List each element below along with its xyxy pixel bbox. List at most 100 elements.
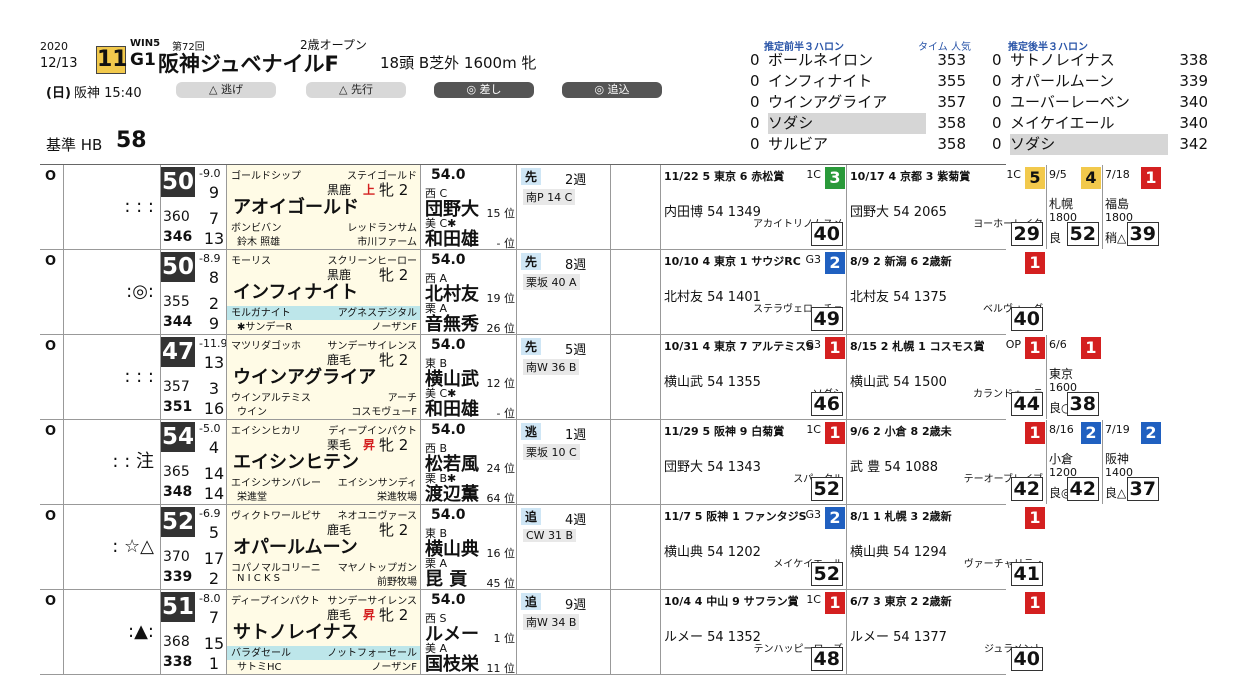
rank-badge: 9 bbox=[208, 183, 220, 202]
side-horse-name[interactable]: ウインアグライア bbox=[768, 92, 926, 113]
trainer-name[interactable]: 渡辺薫 bbox=[425, 480, 479, 506]
past-race-finish: 1 bbox=[1025, 422, 1045, 444]
past-race-date: 10/10 4 東京 1 サウジRC bbox=[664, 255, 801, 268]
trainer-name[interactable]: 和田雄 bbox=[425, 395, 479, 421]
past-race-date: 10/4 4 中山 9 サフラン賞 bbox=[664, 595, 799, 608]
row-mark: O bbox=[40, 335, 64, 419]
side-time: 358 bbox=[937, 114, 966, 132]
prediction-marks: : : 注 bbox=[112, 451, 154, 472]
base-value: 58 bbox=[116, 128, 147, 153]
interval: 8週 bbox=[565, 258, 587, 273]
running-style: 追 bbox=[521, 508, 542, 525]
front-3f-time: 365 bbox=[163, 464, 190, 480]
horse-name[interactable]: オパールムーン bbox=[233, 533, 358, 559]
past-race[interactable]: 11/22 5 東京 6 赤松賞 1C 3 内田博 54 1349 アカイトリノムスメ 4… bbox=[660, 165, 847, 249]
carried-weight: 54.0 bbox=[431, 507, 466, 523]
past-race[interactable]: 9/6 2 小倉 8 2歳未 1 武 豊 54 1088 テーオーブレイブ 42 bbox=[846, 420, 1047, 504]
jockey-cell: 54.0 東 B 横山武 12 位美 C✱ 和田雄 - 位 bbox=[420, 335, 517, 421]
side-time: 340 bbox=[1179, 93, 1208, 111]
past-race-date: 10/17 4 京都 3 紫菊賞 bbox=[850, 170, 971, 183]
past-race[interactable]: 10/4 4 中山 9 サフラン賞 1C 1 ルメー 54 1352 テンハッピーローズ… bbox=[660, 590, 847, 674]
dam-name: ウインアルテミス bbox=[231, 393, 311, 404]
side-horse-name[interactable]: ユーバーレーベン bbox=[1010, 92, 1168, 113]
past-race[interactable]: 6/7 3 東京 2 2歳新1ルメー 54 1377ジュラメント40 bbox=[846, 590, 1047, 674]
horse-name[interactable]: サトノレイナス bbox=[233, 618, 359, 644]
side-horse-name[interactable]: サルビア bbox=[768, 134, 926, 155]
horse-name[interactable]: アオイゴールド bbox=[233, 193, 359, 219]
rank-badge: 13 bbox=[203, 353, 225, 372]
recent-race[interactable]: 7/19 2 阪神 1400 良△ 37 bbox=[1102, 420, 1163, 504]
side-horse-name[interactable]: ボールネイロン bbox=[768, 50, 926, 71]
jockey-rank: 1 位 bbox=[493, 632, 516, 645]
horse-row[interactable]: O: : :47 -11.9 13 357 3 351 16 マツリダゴッホ サンデーサイレンス… bbox=[40, 335, 1101, 421]
horse-name[interactable]: エイシンヒテン bbox=[233, 448, 359, 474]
status-flag: 昇 bbox=[363, 438, 376, 452]
owner: N I C K S bbox=[237, 573, 281, 584]
past-race[interactable]: 8/9 2 新潟 6 2歳新1北村友 54 1375ベルヴォーグ40 bbox=[846, 250, 1047, 334]
past-race-line: 団野大 54 1343 bbox=[664, 460, 761, 475]
trainer-name[interactable]: 音無秀 bbox=[425, 310, 479, 336]
horse-row[interactable]: O:◎: 50 -8.9 8 355 2 344 9 モーリス スクリーンヒーロー 黒鹿牝 2 インフ… bbox=[40, 250, 1045, 336]
past-race[interactable]: 10/10 4 東京 1 サウジRC G3 2 北村友 54 1401 ステラヴェローチ… bbox=[660, 250, 847, 334]
front-3f-list: 0 ボールネイロン 353 0 インフィナイト 355 0 ウインアグライア 357 0 ソダシ 35… bbox=[750, 50, 966, 155]
horse-row[interactable]: O: ☆△ 52 -6.9 5 370 17 339 2 ヴィクトワールピサ ネオユニヴァース 鹿毛… bbox=[40, 505, 1045, 591]
record-cell bbox=[610, 590, 661, 674]
trainer-name[interactable]: 国枝栄 bbox=[425, 650, 479, 676]
interval: 5週 bbox=[565, 343, 587, 358]
side-horse-name[interactable]: ソダシ bbox=[768, 113, 926, 134]
prediction-marks: :▲: bbox=[128, 621, 154, 642]
dam-sire: アグネスデジタル bbox=[337, 308, 417, 319]
past-race-score: 42 bbox=[1010, 477, 1043, 501]
prediction-marks: : ☆△ bbox=[112, 536, 154, 557]
filter-oikomi[interactable]: ◎ 追込 bbox=[562, 82, 662, 98]
side-row: 0 サルビア 358 bbox=[750, 134, 966, 155]
past-race[interactable]: 8/1 1 札幌 3 2歳新 1 横山典 54 1294 ヴァーチャリティ 41 bbox=[846, 505, 1047, 589]
side-horse-name[interactable]: メイケイエール bbox=[1010, 113, 1168, 134]
horse-name[interactable]: インフィナイト bbox=[233, 278, 358, 304]
side-horse-name[interactable]: ソダシ bbox=[1010, 134, 1168, 155]
front-3f-rank: 7 bbox=[208, 209, 220, 228]
recent-race-date: 7/18 bbox=[1105, 168, 1130, 181]
index-value: 50 bbox=[161, 252, 195, 282]
past-race[interactable]: 11/7 5 阪神 1 ファンタジS G3 2 横山典 54 1202 メイケイエール 5… bbox=[660, 505, 847, 589]
jockey-cell: 54.0 東 B 横山典 16 位栗 A昆 貢 45 位 bbox=[420, 505, 517, 591]
recent-race[interactable]: 6/6 1 東京 1600 良○ 38 bbox=[1046, 335, 1103, 419]
horse-row[interactable]: O:▲: 51 -8.0 7 368 15 338 1 ディープインパクト サンデーサイレンス 鹿毛… bbox=[40, 590, 1045, 676]
recent-race[interactable]: 7/18 1 福島 1800 稍△ 39 bbox=[1102, 165, 1163, 249]
filter-sashi[interactable]: ◎ 差し bbox=[434, 82, 534, 98]
side-time: 338 bbox=[1179, 51, 1208, 69]
front-3f-rank: 17 bbox=[203, 549, 225, 568]
horse-row[interactable]: O: : :50 -9.0 9 360 7 346 13 ゴールドシップ ステイゴールド 黒鹿上牝… bbox=[40, 165, 1161, 251]
index-cell: 51 -8.0 7 368 15 338 1 bbox=[160, 590, 227, 674]
training-course: 南W 34 B bbox=[523, 614, 580, 630]
horse-row[interactable]: O: : 注 54 -5.0 4 365 14 348 14 エイシンヒカリ ディープインパクト栗… bbox=[40, 420, 1161, 506]
index-value: 50 bbox=[161, 167, 195, 197]
dam-name: バラダセール bbox=[231, 648, 291, 659]
side-rank: 0 bbox=[992, 93, 1002, 111]
side-row: 0 ユーバーレーベン 340 bbox=[992, 92, 1208, 113]
past-race[interactable]: 10/31 4 東京 7 アルテミスSG31横山武 54 1355ソダシ46 bbox=[660, 335, 847, 419]
recent-race-cond: 稍△ bbox=[1105, 231, 1127, 245]
side-horse-name[interactable]: オパールムーン bbox=[1010, 71, 1168, 92]
index-value: 47 bbox=[161, 337, 195, 367]
past-race[interactable]: 10/17 4 京都 3 紫菊賞 1C 5 団野大 54 2065 ヨーホーレイク 29 bbox=[846, 165, 1047, 249]
side-horse-name[interactable]: サトノレイナス bbox=[1010, 50, 1168, 71]
side-rank: 0 bbox=[992, 135, 1002, 153]
past-race-line: 北村友 54 1375 bbox=[850, 290, 947, 305]
trainer-name[interactable]: 昆 貢 bbox=[425, 565, 467, 591]
past-race[interactable]: 8/15 2 札幌 1 コスモス賞 OP 1 横山武 54 1500 カランドゥーラ 44 bbox=[846, 335, 1047, 419]
past-race[interactable]: 11/29 5 阪神 9 白菊賞1C1団野大 54 1343スパークル52 bbox=[660, 420, 847, 504]
filter-senko[interactable]: △ 先行 bbox=[306, 82, 406, 98]
recent-race[interactable]: 9/5 4 札幌 1800 良 52 bbox=[1046, 165, 1103, 249]
trainer-rank: 26 位 bbox=[486, 322, 516, 335]
recent-race[interactable]: 8/16 2 小倉 1200 良◎ 42 bbox=[1046, 420, 1103, 504]
side-time: 342 bbox=[1179, 135, 1208, 153]
recent-race-place: 小倉 bbox=[1049, 452, 1074, 466]
trainer-name[interactable]: 和田雄 bbox=[425, 225, 479, 251]
jockey-rank: 24 位 bbox=[486, 462, 516, 475]
owner: ✱サンデーR bbox=[237, 322, 293, 333]
side-horse-name[interactable]: インフィナイト bbox=[768, 71, 926, 92]
horse-name[interactable]: ウインアグライア bbox=[233, 363, 376, 389]
filter-nige[interactable]: △ 逃げ bbox=[176, 82, 276, 98]
running-style: 先 bbox=[521, 253, 542, 270]
